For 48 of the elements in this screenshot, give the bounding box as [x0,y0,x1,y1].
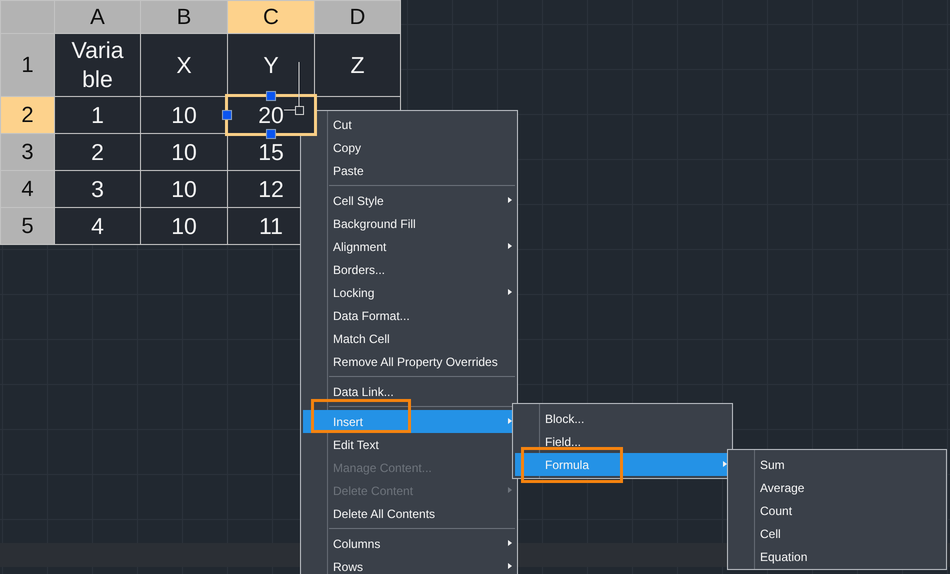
table-cell: 10 [141,171,227,207]
row-header[interactable]: 3 [1,134,54,170]
column-header[interactable]: B [141,1,227,33]
table-cell: 20 [225,94,317,136]
submenu-arrow-icon [508,289,512,295]
table-cell: Varia ble [55,34,140,96]
menu-item[interactable]: Sum [730,453,944,476]
table-cell: 10 [141,97,227,133]
grip-handle[interactable] [222,110,232,120]
submenu-arrow-icon [508,563,512,569]
submenu-arrow-icon [508,197,512,203]
menu-item[interactable]: Rows [303,555,515,574]
corner-header-cell [1,1,54,33]
grip-handle[interactable] [266,129,276,139]
table-cell: X [141,34,227,96]
column-header[interactable]: C [228,1,314,33]
row-header[interactable]: 5 [1,208,54,244]
menu-item[interactable]: Locking [303,281,515,304]
grip-handle[interactable] [266,91,276,101]
menu-item[interactable]: Edit Text [303,433,515,456]
row-header[interactable]: 2 [1,97,54,133]
menu-item[interactable]: Columns [303,532,515,555]
menu-item[interactable]: Count [730,499,944,522]
menu-item[interactable]: Borders... [303,258,515,281]
table-cell: 4 [55,208,140,244]
table-cell: 10 [141,208,227,244]
menu-item[interactable]: Equation [730,545,944,568]
menu-item[interactable]: Remove All Property Overrides [303,350,515,373]
table-cell: 1 [55,97,140,133]
column-header[interactable]: D [315,1,400,33]
table-cell: 3 [55,171,140,207]
row-header[interactable]: 1 [1,34,54,96]
menu-item[interactable]: Data Link... [303,380,515,403]
column-header[interactable]: A [55,1,140,33]
menu-item[interactable]: Cell [730,522,944,545]
table-cell: 2 [55,134,140,170]
submenu-arrow-icon [508,487,512,493]
table-cell: Y [228,34,314,96]
menu-item[interactable]: Delete All Contents [303,502,515,525]
menu-item[interactable]: Average [730,476,944,499]
submenu-arrow-icon [508,540,512,546]
menu-item[interactable]: Data Format... [303,304,515,327]
menu-item[interactable]: Match Cell [303,327,515,350]
menu-item[interactable]: Block... [515,407,730,430]
table-cell: 10 [141,134,227,170]
table-cell: Z [315,34,400,96]
submenu-arrow-icon [508,243,512,249]
row-header[interactable]: 4 [1,171,54,207]
